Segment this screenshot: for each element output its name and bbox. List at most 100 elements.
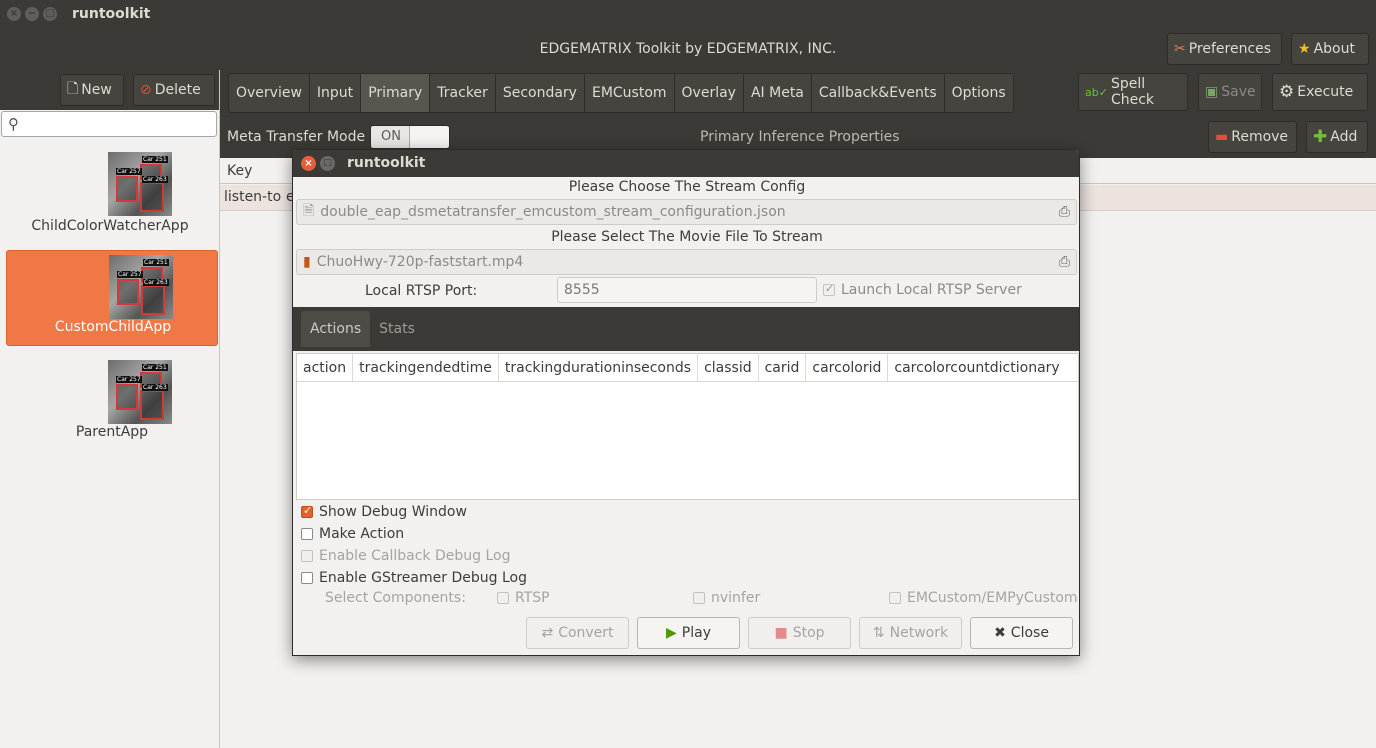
app-label: ChildColorWatcherApp [31, 218, 189, 234]
tab-stats[interactable]: Stats [370, 311, 424, 347]
show-debug-row[interactable]: Show Debug Window [301, 504, 467, 520]
launch-rtsp-checkbox[interactable] [823, 282, 835, 296]
launch-rtsp-row[interactable]: Launch Local RTSP Server [823, 282, 1022, 298]
gstreamer-debug-checkbox[interactable] [301, 572, 313, 584]
preferences-button[interactable]: ✂ Preferences [1167, 33, 1282, 65]
tab-overlay[interactable]: Overlay [674, 74, 744, 112]
plus-icon: ✚ [1313, 127, 1328, 147]
meta-transfer-label: Meta Transfer Mode [227, 129, 366, 145]
select-components-label: Select Components: [325, 590, 466, 606]
callback-debug-row[interactable]: Enable Callback Debug Log [301, 548, 511, 564]
app-item-childcolorwatcherapp[interactable]: Car 257 Car 251 Car 263 ChildColorWatche… [0, 150, 220, 246]
dialog-tabs: Actions Stats [301, 311, 424, 347]
window-maximize-icon[interactable]: □ [43, 7, 57, 21]
save-label: Save [1221, 84, 1256, 100]
window-controls: × − □ [7, 7, 57, 21]
stream-config-chooser[interactable]: 🗎 double_eap_dsmetatransfer_emcustom_str… [296, 199, 1077, 225]
window-close-icon[interactable]: × [7, 7, 21, 21]
remove-button[interactable]: ▬ Remove [1208, 121, 1297, 153]
spell-check-label: Spell Check [1110, 76, 1155, 108]
tab-callback-events[interactable]: Callback&Events [811, 74, 945, 112]
column-header-action[interactable]: action [297, 354, 354, 382]
window-minimize-icon[interactable]: − [25, 7, 39, 21]
column-header-trackingdurationinseconds[interactable]: trackingdurationinseconds [499, 354, 699, 382]
tab-secondary[interactable]: Secondary [495, 74, 585, 112]
close-button[interactable]: ✖ Close [970, 617, 1073, 649]
component-rtsp-checkbox[interactable] [497, 592, 509, 604]
about-label: About [1313, 41, 1355, 57]
callback-debug-checkbox[interactable] [301, 550, 313, 562]
sidebar-toolbar: 🗋 New ⊘ Delete [0, 70, 219, 110]
close-x-icon: ✖ [994, 625, 1006, 641]
column-header-carcolorid[interactable]: carcolorid [806, 354, 889, 382]
open-folder-icon: ⎙ [1058, 204, 1070, 220]
app-thumbnail: Car 257 Car 251 Car 263 [108, 360, 172, 424]
network-icon: ⇅ [872, 625, 885, 641]
add-label: Add [1330, 129, 1358, 145]
row-key: listen-to [224, 189, 282, 205]
column-header-carcolorcountdictionary[interactable]: carcolorcountdictionary [888, 354, 1078, 382]
app-item-parentapp[interactable]: Car 257 Car 251 Car 263 ParentApp [6, 356, 218, 452]
column-header-key[interactable]: Key [227, 163, 252, 179]
movie-file-chooser[interactable]: ▮ ChuoHwy-720p-faststart.mp4 ⎙ [296, 249, 1077, 275]
component-rtsp-row[interactable]: RTSP [497, 590, 550, 606]
execute-button[interactable]: ⚙ Execute [1272, 73, 1368, 111]
star-icon: ★ [1298, 41, 1311, 57]
save-icon: ▣ [1205, 84, 1219, 100]
make-action-row[interactable]: Make Action [301, 526, 404, 542]
convert-button[interactable]: ⇄ Convert [526, 617, 629, 649]
delete-button[interactable]: ⊘ Delete [133, 74, 215, 106]
stream-config-heading: Please Choose The Stream Config [568, 179, 806, 195]
rtsp-port-input[interactable]: 8555 [557, 277, 817, 303]
film-icon: ▮ [303, 254, 311, 270]
make-action-checkbox[interactable] [301, 528, 313, 540]
tab-options[interactable]: Options [944, 74, 1013, 112]
tab-primary[interactable]: Primary [361, 74, 431, 112]
dialog-close-icon[interactable]: × [301, 156, 316, 171]
component-emcustom-row[interactable]: EMCustom/EMPyCustom [889, 590, 1078, 606]
component-emcustom-checkbox[interactable] [889, 592, 901, 604]
new-label: New [81, 82, 112, 98]
new-button[interactable]: 🗋 New [60, 74, 124, 106]
thumb-tag: Car 251 [143, 259, 169, 266]
about-button[interactable]: ★ About [1291, 33, 1369, 65]
dialog-maximize-icon[interactable]: □ [320, 156, 335, 171]
open-folder-icon: ⎙ [1058, 254, 1070, 270]
tab-tracker[interactable]: Tracker [430, 74, 496, 112]
add-button[interactable]: ✚ Add [1306, 121, 1368, 153]
component-nvinfer-checkbox[interactable] [693, 592, 705, 604]
close-label: Close [1010, 625, 1049, 641]
thumb-tag: Car 257 [116, 376, 142, 383]
actions-table: action trackingendedtime trackingduratio… [296, 353, 1079, 500]
main-tabs-bar: Overview Input Primary Tracker Secondary… [220, 70, 1376, 116]
no-entry-icon: ⊘ [140, 82, 152, 98]
tab-ai-meta[interactable]: AI Meta [743, 74, 812, 112]
thumb-tag: Car 257 [117, 271, 143, 278]
search-icon: ⚲ [8, 115, 19, 133]
tools-icon: ✂ [1174, 41, 1186, 57]
spell-check-button[interactable]: ab✓ Spell Check [1078, 73, 1188, 111]
tab-overview[interactable]: Overview [229, 74, 310, 112]
gstreamer-debug-row[interactable]: Enable GStreamer Debug Log [301, 570, 527, 586]
show-debug-checkbox[interactable] [301, 504, 313, 518]
play-label: Play [681, 625, 711, 641]
component-nvinfer-row[interactable]: nvinfer [693, 590, 760, 606]
save-button[interactable]: ▣ Save [1198, 73, 1262, 111]
dialog-titlebar: × □ runtoolkit [293, 150, 1079, 177]
app-label: ParentApp [75, 424, 149, 440]
meta-transfer-toggle[interactable]: ON [370, 125, 450, 149]
column-header-classid[interactable]: classid [698, 354, 759, 382]
stop-button[interactable]: ■ Stop [748, 617, 851, 649]
column-header-trackingendedtime[interactable]: trackingendedtime [353, 354, 499, 382]
play-button[interactable]: ▶ Play [637, 617, 740, 649]
stop-icon: ■ [774, 625, 788, 641]
actions-table-header: action trackingendedtime trackingduratio… [297, 354, 1078, 382]
new-file-icon: 🗋 [67, 81, 79, 97]
tab-actions[interactable]: Actions [301, 311, 371, 347]
app-item-customchildapp[interactable]: Car 257 Car 251 Car 263 CustomChildApp [6, 250, 218, 346]
network-button[interactable]: ⇅ Network [859, 617, 962, 649]
search-input[interactable]: ⚲ [1, 111, 217, 137]
tab-emcustom[interactable]: EMCustom [584, 74, 675, 112]
tab-input[interactable]: Input [309, 74, 362, 112]
column-header-carid[interactable]: carid [759, 354, 807, 382]
